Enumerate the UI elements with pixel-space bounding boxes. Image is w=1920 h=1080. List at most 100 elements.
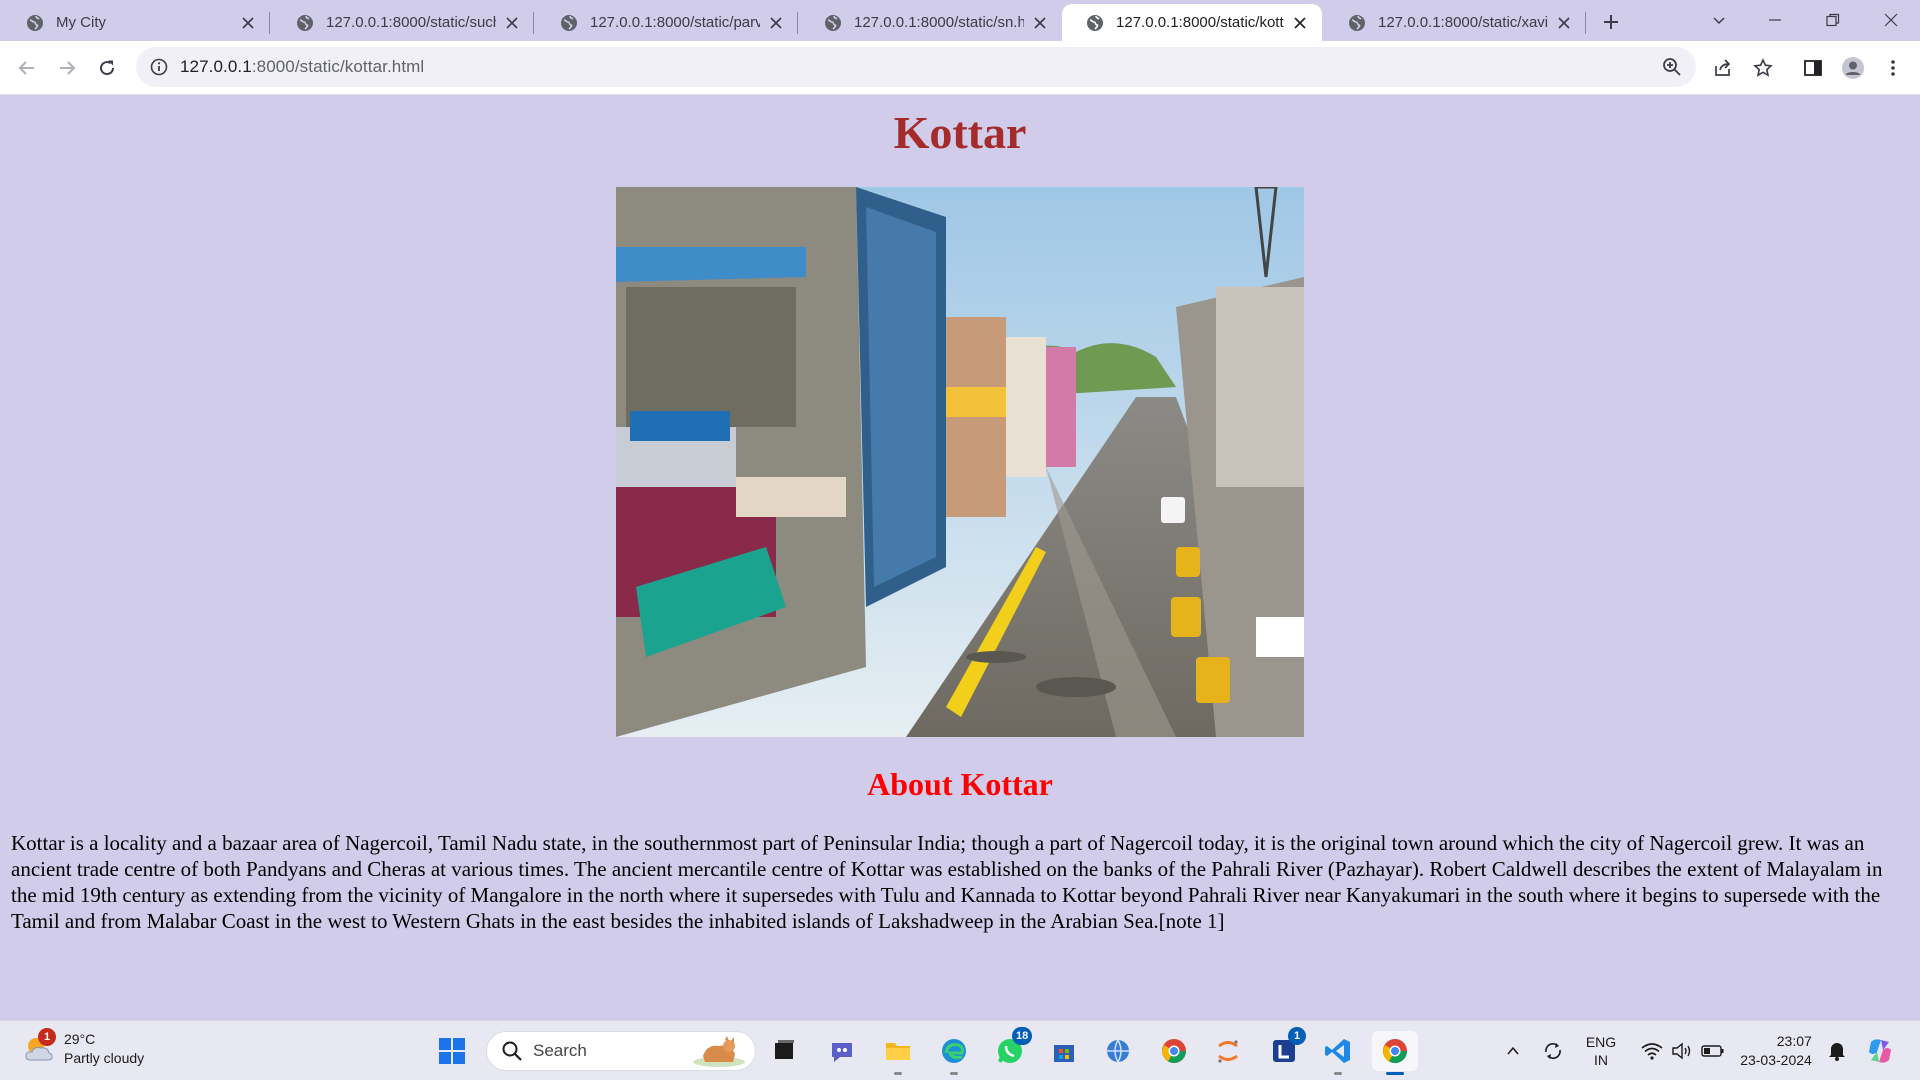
folder-icon [886,1043,910,1060]
clock-date: 23-03-2024 [1740,1052,1812,1068]
running-indicator [894,1072,902,1075]
tab-xavier[interactable]: 127.0.0.1:8000/static/xavie [1324,4,1586,41]
info-icon[interactable] [150,58,168,76]
close-tab-icon[interactable] [238,13,258,33]
tab-separator [1585,12,1586,34]
file-explorer-button[interactable] [878,1031,918,1075]
taskbar: 1 29°C Partly cloudy Search 18 1 ENG IN … [0,1020,1920,1080]
language-code: ENG [1585,1034,1617,1050]
store-icon [1054,1045,1074,1062]
clock-time: 23:07 [1776,1033,1812,1049]
tab-search-button[interactable] [1696,2,1742,38]
close-tab-icon[interactable] [1030,13,1050,33]
tab-title: 127.0.0.1:8000/static/suchi [326,14,496,31]
chrome-icon [1383,1039,1407,1064]
l-app-badge: 1 [1288,1027,1306,1045]
search-highlight-icon [693,1036,745,1067]
clock[interactable]: 23:07 23-03-2024 [1732,1031,1820,1071]
tab-title: 127.0.0.1:8000/static/xavie [1378,14,1548,31]
minimize-button[interactable] [1752,2,1798,38]
quick-settings-button[interactable] [1634,1031,1732,1071]
section-heading: About Kottar [867,766,1053,802]
tab-my-city[interactable]: My City [2,4,270,41]
tab-title: My City [56,14,106,31]
l-app-button[interactable]: 1 [1264,1027,1306,1071]
close-tab-icon[interactable] [502,13,522,33]
avatar-icon [1842,57,1864,79]
close-icon [1884,13,1898,27]
close-window-button[interactable] [1868,2,1914,38]
address-bar[interactable]: 127.0.0.1:8000/static/kottar.html [136,47,1696,87]
url-text: 127.0.0.1:8000/static/kottar.html [180,57,424,77]
url-host: 127.0.0.1 [180,57,252,76]
tab-sn[interactable]: 127.0.0.1:8000/static/sn.htr [800,4,1062,41]
back-button[interactable] [12,53,42,83]
share-button[interactable] [1708,53,1738,83]
tab-title: 127.0.0.1:8000/static/kotta [1116,14,1284,31]
wifi-icon [1641,1043,1663,1060]
globe-app-icon [1107,1039,1129,1063]
chrome-icon [1162,1039,1186,1064]
chevron-up-icon [1507,1046,1519,1055]
tab-separator [533,12,534,34]
language-indicator[interactable]: ENG IN [1578,1031,1624,1071]
weather-widget[interactable]: 1 29°C Partly cloudy [22,1028,144,1068]
show-hidden-icons-button[interactable] [1500,1031,1526,1071]
globe-icon [297,14,313,31]
jupyter-icon [1218,1040,1238,1063]
search-label: Search [533,1041,587,1060]
star-icon [1753,58,1773,77]
side-panel-button[interactable] [1798,53,1828,83]
new-tab-button[interactable] [1597,8,1625,36]
tab-title: 127.0.0.1:8000/static/sn.htr [854,14,1024,31]
meet-button[interactable] [822,1031,862,1071]
store-button[interactable] [1044,1031,1084,1071]
menu-button[interactable] [1878,53,1908,83]
page-content: Kottar About Kottar Kottar is a locality… [0,96,1920,1020]
tab-parva[interactable]: 127.0.0.1:8000/static/parva [536,4,798,41]
video-chat-icon [832,1043,852,1062]
forward-button[interactable] [52,53,82,83]
edge-button[interactable] [934,1031,974,1075]
chrome-button[interactable] [1154,1031,1194,1071]
zoom-button[interactable] [1658,53,1686,81]
taskbar-search[interactable]: Search [486,1031,756,1071]
minimize-icon [1769,19,1781,21]
chrome-active-button[interactable] [1372,1031,1418,1075]
close-tab-icon[interactable] [1290,13,1310,33]
more-vert-icon [1891,60,1895,76]
reload-icon [100,60,115,76]
windows-icon [439,1038,465,1064]
running-indicator [950,1072,958,1075]
volume-icon [1672,1042,1691,1060]
reload-button[interactable] [92,53,122,83]
copilot-icon [1869,1039,1891,1063]
task-view-button[interactable] [764,1031,804,1071]
copilot-button[interactable] [1862,1031,1898,1071]
sync-tray-button[interactable] [1538,1031,1568,1071]
plus-icon [1604,15,1618,29]
tab-suchi[interactable]: 127.0.0.1:8000/static/suchi [272,4,534,41]
bell-icon [1829,1043,1845,1061]
bookmark-button[interactable] [1748,53,1778,83]
globe-app-button[interactable] [1098,1031,1138,1071]
tab-kottar[interactable]: 127.0.0.1:8000/static/kotta [1062,4,1322,41]
close-tab-icon[interactable] [766,13,786,33]
weather-badge: 1 [38,1028,56,1046]
jupyter-button[interactable] [1208,1031,1248,1071]
url-path: :8000/static/kottar.html [251,57,425,76]
whatsapp-button[interactable]: 18 [990,1027,1033,1071]
share-icon [1715,59,1731,76]
start-button[interactable] [432,1031,472,1071]
notifications-button[interactable] [1822,1031,1852,1071]
kottar-photo [616,187,1304,737]
whatsapp-badge: 18 [1012,1027,1033,1045]
close-tab-icon[interactable] [1554,13,1574,33]
partly-cloudy-icon: 1 [22,1028,56,1066]
vscode-button[interactable] [1318,1031,1358,1075]
profile-button[interactable] [1838,53,1868,83]
restore-button[interactable] [1810,2,1856,38]
chevron-down-icon [1713,17,1725,25]
arrow-left-icon [18,61,34,75]
search-icon [502,1041,522,1061]
